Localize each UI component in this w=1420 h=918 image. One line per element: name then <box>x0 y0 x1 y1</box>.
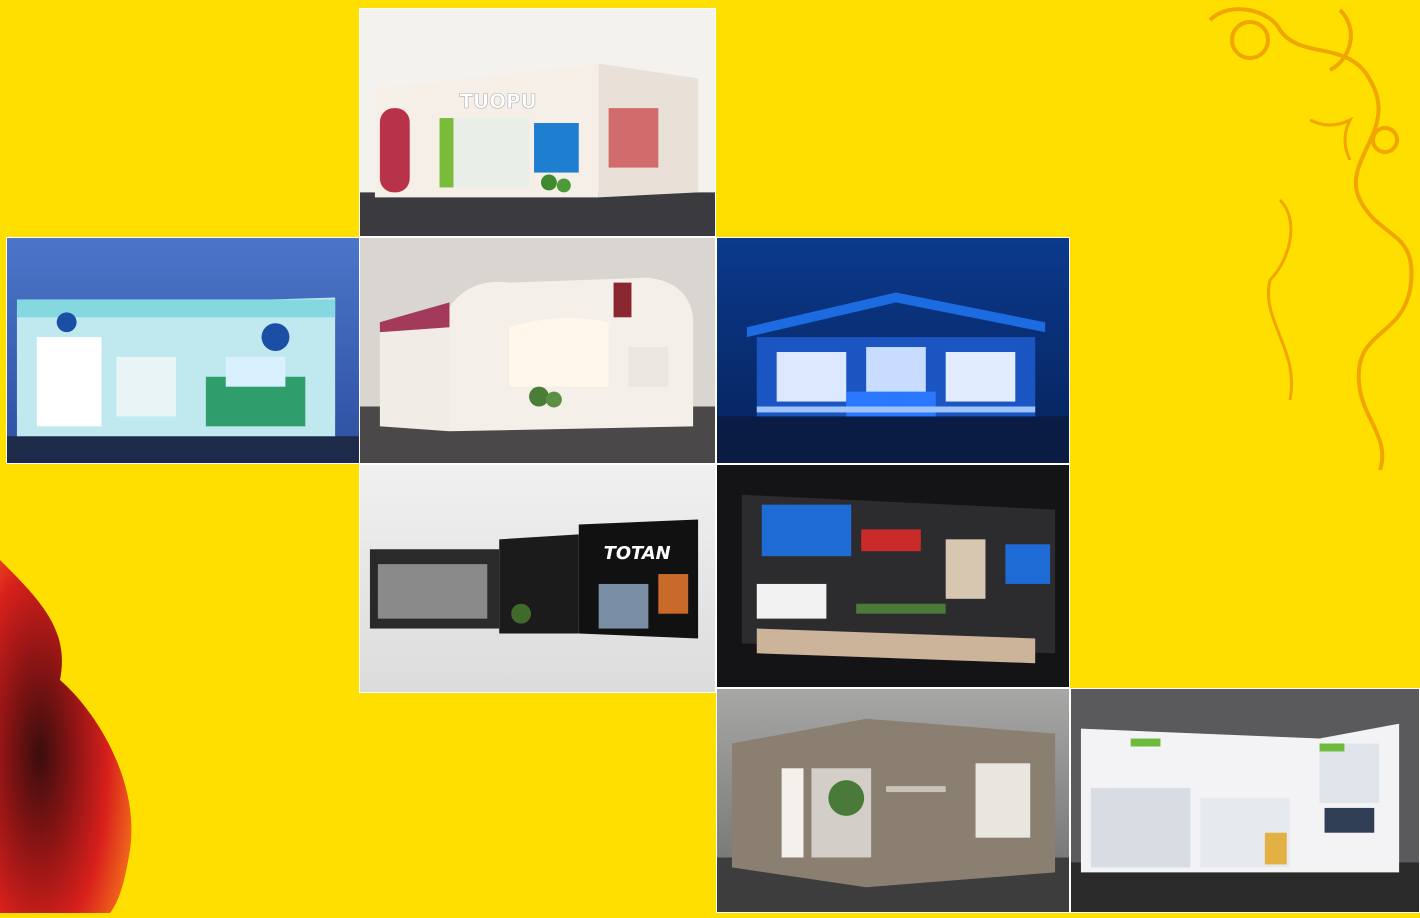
booth-sign-totan: TOTAN <box>604 543 671 564</box>
booth-image-teal <box>6 237 360 464</box>
booth-image-beige <box>359 237 716 464</box>
booth-image-dark <box>716 464 1070 688</box>
booth-sign-tuopu: TUOPU <box>459 90 536 113</box>
booth-image-blue <box>716 237 1070 464</box>
booth-image-totan: TOTAN <box>359 464 716 693</box>
dragon-decoration <box>1190 0 1420 471</box>
booth-image-tuopu: TUOPU <box>359 8 716 237</box>
booth-image-white <box>1070 688 1420 913</box>
booth-image-taupe <box>716 688 1070 913</box>
flame-decoration <box>0 560 150 913</box>
